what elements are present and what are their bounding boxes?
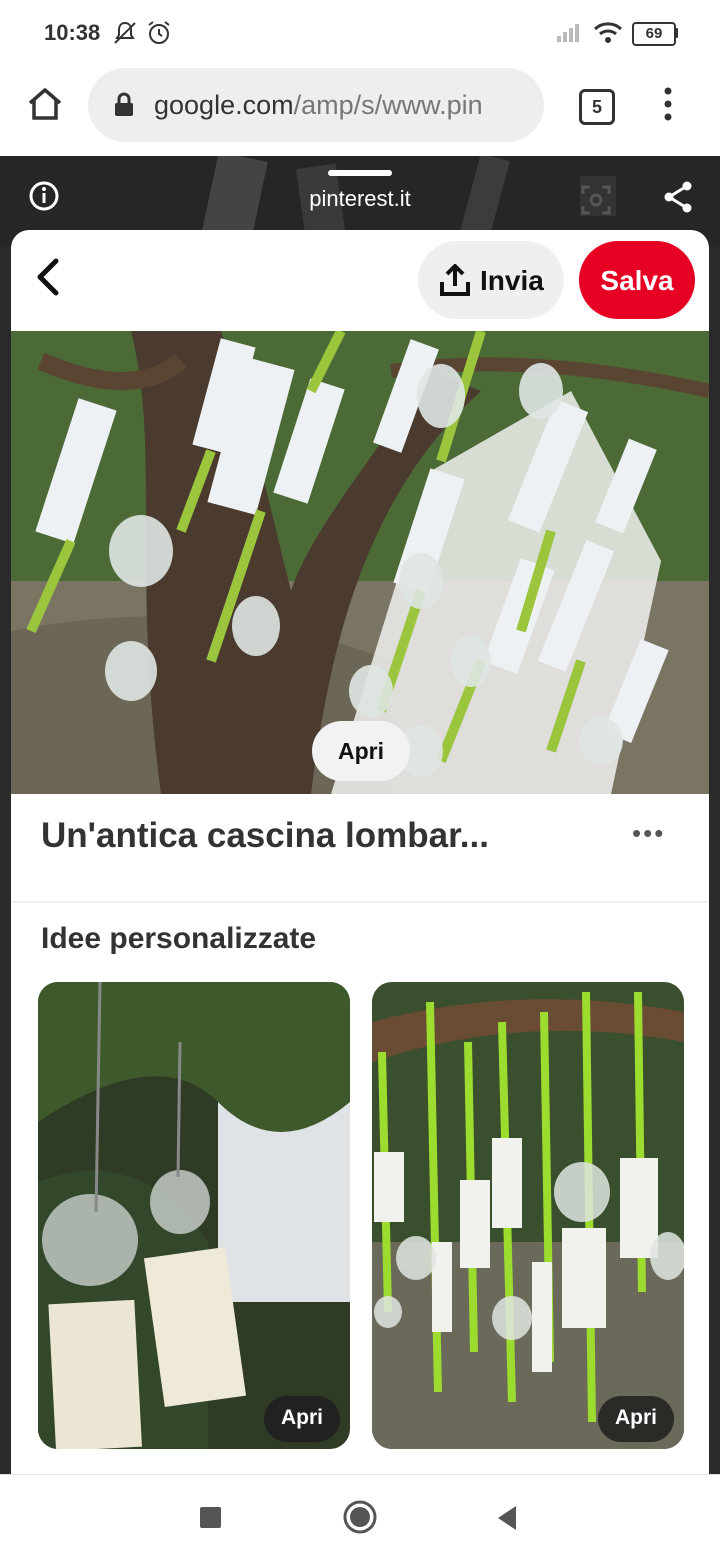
home-nav-icon[interactable]	[342, 1499, 378, 1535]
mute-icon	[114, 21, 136, 44]
url-path: /amp/s/www.pin	[293, 90, 483, 120]
related-pin-2[interactable]	[372, 982, 684, 1449]
home-icon[interactable]	[26, 86, 64, 122]
sheet-drag-handle[interactable]	[328, 170, 392, 176]
related-apri-label-2: Apri	[615, 1406, 657, 1429]
recents-icon[interactable]	[200, 1507, 221, 1528]
divider	[11, 901, 709, 903]
upload-icon	[440, 264, 470, 296]
section-title: Idee personalizzate	[41, 922, 317, 955]
invia-label: Invia	[480, 265, 544, 296]
alarm-icon	[148, 21, 170, 44]
more-options-button[interactable]: •••	[632, 818, 665, 849]
url-host: google.com	[154, 90, 294, 120]
tab-switcher-button[interactable]: 5	[579, 89, 615, 125]
lock-icon[interactable]	[113, 92, 135, 118]
back-nav-icon[interactable]	[494, 1504, 520, 1532]
battery-tip	[675, 28, 678, 38]
battery-icon: 69	[632, 22, 676, 46]
signal-icon	[557, 24, 579, 42]
apri-label: Apri	[338, 738, 384, 764]
site-domain: pinterest.it	[309, 186, 411, 211]
related-apri-label-1: Apri	[281, 1406, 323, 1429]
wifi-icon	[593, 22, 623, 43]
status-time: 10:38	[44, 20, 101, 45]
share-icon[interactable]	[662, 180, 694, 214]
related-pin-1[interactable]	[38, 982, 350, 1449]
overflow-menu-icon[interactable]	[660, 86, 676, 122]
lens-icon[interactable]	[580, 184, 612, 216]
back-arrow-icon[interactable]	[30, 255, 66, 299]
battery-level: 69	[645, 25, 663, 42]
url-text[interactable]: google.com/amp/s/www.pin	[154, 90, 534, 121]
pin-title: Un'antica cascina lombar...	[41, 816, 489, 855]
salva-label: Salva	[600, 265, 674, 296]
